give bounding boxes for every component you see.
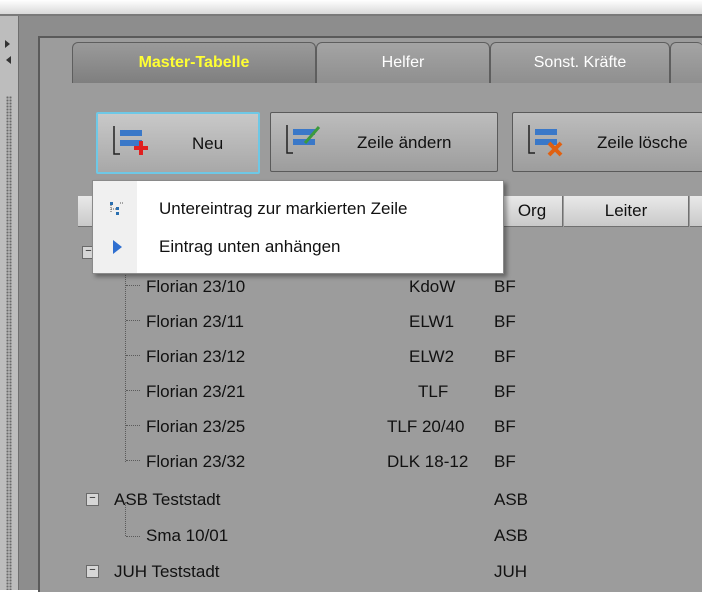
append-arrow-icon (113, 240, 122, 254)
cell-name: Florian 23/12 (146, 347, 246, 366)
new-button[interactable]: Neu (96, 112, 260, 174)
column-header-extra[interactable] (690, 196, 702, 227)
cell-org: BF (494, 452, 516, 471)
add-row-icon (113, 126, 148, 155)
cell-org: BF (494, 347, 516, 366)
cell-type: TLF 20/40 (387, 417, 465, 436)
splitter-grip[interactable] (6, 96, 12, 590)
edit-row-icon (286, 125, 321, 154)
cell-type: KdoW (409, 277, 456, 296)
tab-helfer[interactable]: Helfer (316, 42, 490, 83)
table-row[interactable]: − ASB Teststadt ASB (82, 483, 702, 517)
cell-type: DLK 18-12 (387, 452, 469, 471)
cell-name: Sma 10/01 (146, 526, 229, 545)
cell-name: JUH Teststadt (114, 562, 220, 581)
cell-org: ASB (494, 490, 529, 509)
table-row[interactable]: Florian 23/25 TLF 20/40 BF (82, 410, 702, 444)
tab-sonst-kraefte[interactable]: Sonst. Kräfte (490, 42, 670, 83)
column-header-label: Leiter (604, 201, 648, 220)
delete-row-button[interactable]: Zeile lösche (512, 112, 702, 172)
table-row[interactable]: Florian 23/12 ELW2 BF (82, 340, 702, 374)
subentry-icon (110, 202, 124, 215)
cell-org: BF (494, 277, 516, 296)
cell-org: BF (494, 382, 516, 401)
table-row[interactable]: Florian 23/32 DLK 18-12 BF (82, 445, 702, 479)
cell-name: Florian 23/11 (146, 312, 244, 331)
dock-expand-icon[interactable] (5, 40, 10, 48)
menu-item-label: Eintrag unten anhängen (159, 237, 341, 256)
cell-org: ASB (494, 526, 529, 545)
table-row[interactable]: Florian 23/10 KdoW BF (82, 270, 702, 304)
cell-org: BF (494, 417, 516, 436)
menu-item-untereintrag[interactable]: Untereintrag zur markierten Zeile (93, 189, 503, 229)
tab-label: Sonst. Kräfte (533, 54, 627, 71)
cell-name: Florian 23/25 (146, 417, 246, 436)
delete-row-button-label: Zeile lösche (597, 133, 688, 152)
collapse-icon[interactable]: − (86, 493, 99, 506)
cell-org: BF (494, 312, 516, 331)
menu-item-eintrag-anhaengen[interactable]: Eintrag unten anhängen (93, 227, 503, 267)
cell-type: ELW2 (409, 347, 455, 366)
cell-name: ASB Teststadt (114, 490, 221, 509)
table-row[interactable]: Florian 23/21 TLF BF (82, 375, 702, 409)
table-row[interactable]: − JUH Teststadt JUH (82, 555, 702, 589)
window-top-edge (0, 0, 702, 14)
dock-collapse-icon[interactable] (6, 56, 11, 64)
column-header-label: Org (517, 201, 547, 220)
tab-label: Master-Tabelle (138, 54, 250, 71)
delete-row-icon (528, 125, 563, 157)
cell-org: JUH (494, 562, 528, 581)
tab-master-tabelle[interactable]: Master-Tabelle (72, 42, 316, 83)
collapse-icon[interactable]: − (86, 565, 99, 578)
cell-type: ELW1 (409, 312, 455, 331)
cell-name: Florian 23/10 (146, 277, 246, 296)
menu-item-label: Untereintrag zur markierten Zeile (159, 199, 408, 218)
edit-row-button-label: Zeile ändern (357, 133, 452, 152)
column-header-leiter[interactable]: Leiter (564, 196, 689, 227)
table-row[interactable]: Sma 10/01 ASB (82, 519, 702, 553)
cell-type: TLF (418, 382, 449, 401)
dock-strip[interactable] (0, 16, 19, 590)
table-row[interactable]: Florian 23/11 ELW1 BF (82, 305, 702, 339)
tab-label: Helfer (381, 54, 425, 71)
edit-row-button[interactable]: Zeile ändern (270, 112, 498, 172)
tab-overflow[interactable] (670, 42, 702, 83)
cell-name: Florian 23/21 (146, 382, 246, 401)
context-menu: Untereintrag zur markierten Zeile Eintra… (92, 180, 504, 274)
cell-name: Florian 23/32 (146, 452, 246, 471)
column-header-org[interactable]: Org (502, 196, 563, 227)
new-button-label: Neu (192, 134, 224, 153)
